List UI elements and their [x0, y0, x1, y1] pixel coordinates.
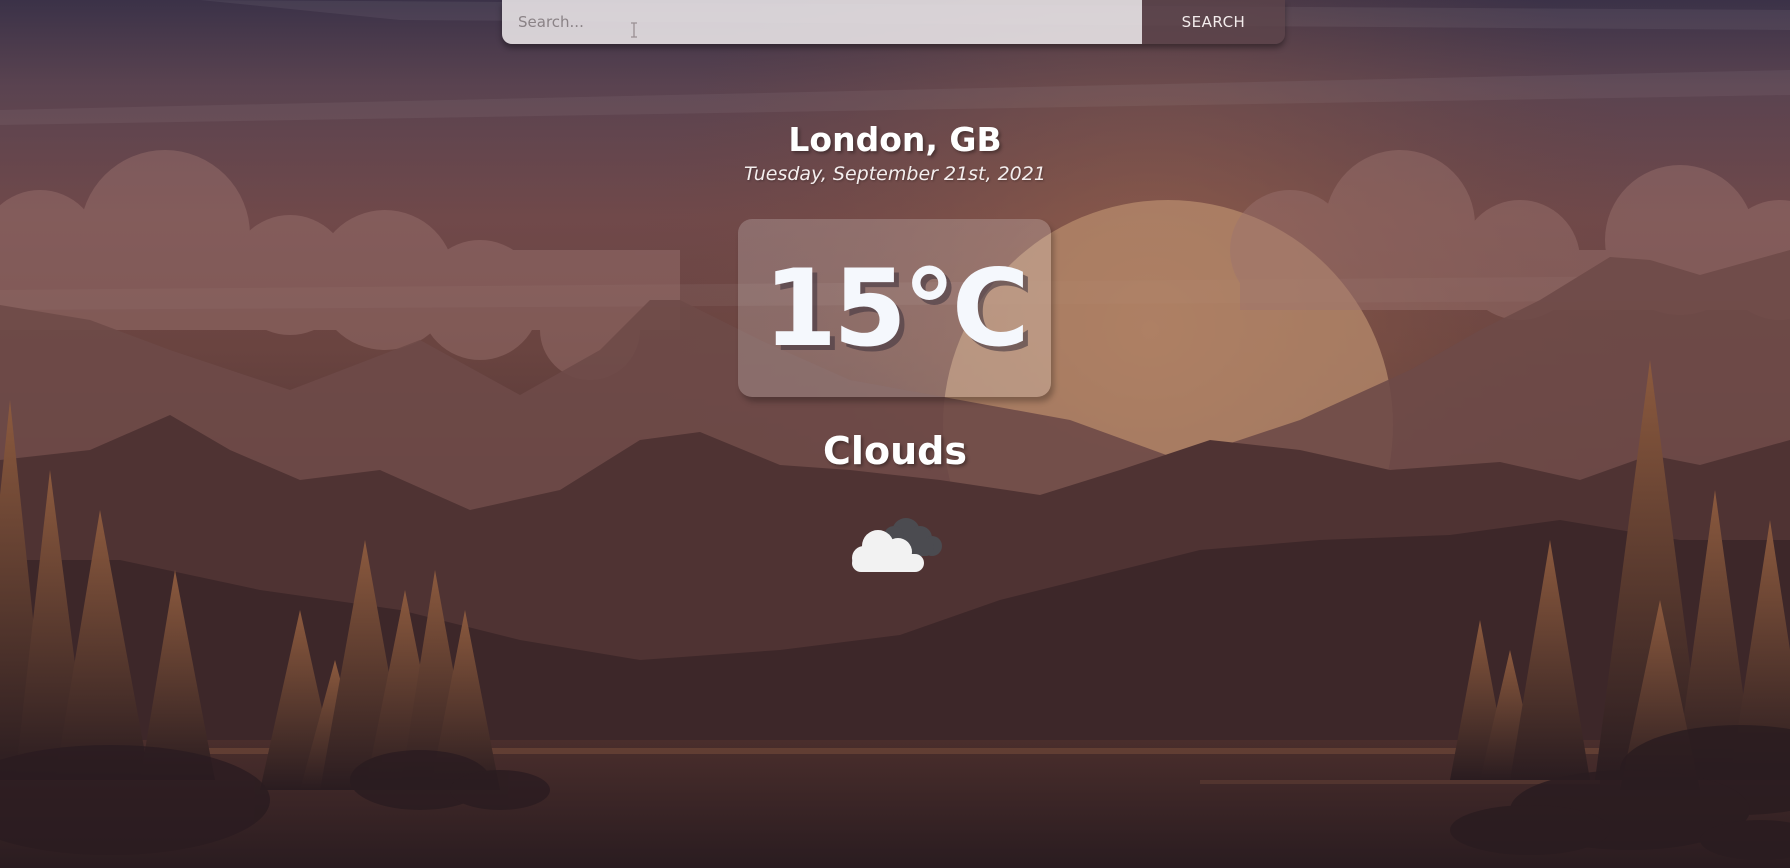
date-label: Tuesday, September 21st, 2021 [744, 163, 1046, 185]
temperature-box: 15°C [738, 219, 1051, 397]
text-cursor-icon [631, 22, 637, 38]
search-bar: SEARCH [502, 0, 1285, 44]
cloud-icon [852, 518, 942, 572]
location-title: London, GB [788, 120, 1002, 159]
search-button[interactable]: SEARCH [1142, 0, 1285, 44]
search-input[interactable] [502, 0, 1142, 44]
temperature-value: 15°C [763, 246, 1029, 370]
weather-app: SEARCH London, GB Tuesday, September 21s… [0, 0, 1790, 868]
weather-condition: Clouds [823, 429, 967, 473]
